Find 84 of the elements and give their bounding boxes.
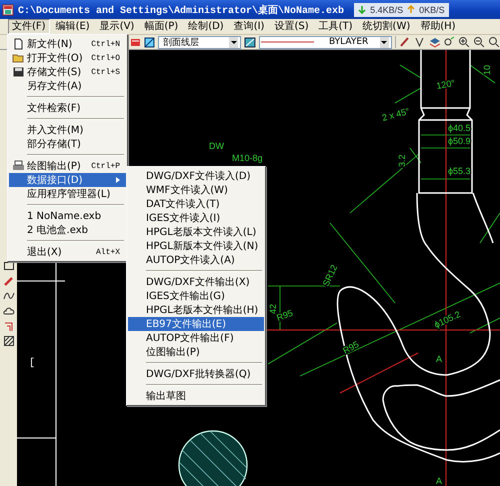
window-title: C:\Documents and Settings\Administrator\桌面\NoName.exb — [18, 4, 344, 16]
dimension-label: 2 x 45° — [380, 106, 411, 123]
cursor-mark: [ — [29, 358, 36, 369]
menu-item[interactable]: DWG/DXF文件输出(X) — [128, 275, 264, 289]
upload-speed: 0KB/S — [419, 4, 445, 14]
dimension-label: SR12 — [320, 263, 340, 288]
menu-title[interactable]: 显示(V) — [96, 19, 138, 34]
rectangle-icon[interactable] — [2, 260, 14, 272]
menu-item[interactable]: 文件检索(F) — [9, 101, 126, 115]
dimension-label: R95 — [341, 339, 361, 356]
menu-item[interactable]: 绘图输出(P) Ctrl+P — [9, 159, 126, 173]
curve-icon[interactable] — [2, 290, 14, 302]
app-icon — [2, 4, 14, 16]
menu-item[interactable]: 新文件(N) Ctrl+N — [9, 37, 126, 51]
menu-item[interactable]: DWG/DXF文件读入(D) — [128, 169, 264, 183]
dimension-label: DW — [209, 141, 224, 151]
zoom-out-icon[interactable] — [473, 36, 486, 48]
menu-title[interactable]: 编辑(E) — [52, 19, 94, 34]
menu-item[interactable]: 并入文件(M) — [9, 123, 126, 137]
menu-item[interactable]: AUTOP文件输出(F) — [128, 331, 264, 345]
dimension-label: 3.2 — [397, 154, 407, 167]
dimension-label: 120° — [436, 78, 456, 91]
menu-item[interactable]: DAT文件读入(T) — [128, 197, 264, 211]
menu-item[interactable]: 输出草图 — [128, 389, 264, 403]
dimension-label: ϕ40.5 — [448, 123, 471, 133]
dimension-label: ϕ55.3 — [448, 166, 471, 176]
layer-dropdown[interactable]: 剖面线层 — [158, 36, 242, 48]
menu-item[interactable]: IGES文件输出(G) — [128, 289, 264, 303]
menu-item[interactable]: 位图输出(P) — [128, 345, 264, 359]
menu-item[interactable]: 数据接口(D) — [9, 173, 126, 187]
menu-item[interactable]: IGES文件读入(I) — [128, 211, 264, 225]
printer-icon — [12, 160, 24, 172]
dimension-label: M10-8g — [232, 153, 263, 163]
new-file-icon — [12, 38, 24, 50]
menu-item[interactable]: 退出(X) Alt+X — [9, 245, 126, 259]
menu-title[interactable]: 统切割(W) — [358, 19, 414, 34]
download-speed: 5.4KB/S — [370, 4, 404, 14]
upload-arrow-icon — [407, 5, 416, 14]
menu-item[interactable]: 部分存储(T) — [9, 137, 126, 151]
menu-title[interactable]: 查询(I) — [230, 19, 268, 34]
menu-item[interactable]: 1 NoName.exb — [9, 209, 126, 223]
dimension-label: A — [436, 354, 442, 364]
menu-item[interactable]: HPGL老版本文件读入(L) — [128, 225, 264, 239]
zoom-window-icon[interactable] — [488, 36, 500, 48]
menu-item[interactable]: DWG/DXF批转换器(Q) — [128, 367, 264, 381]
pencil-icon[interactable] — [2, 275, 14, 287]
layers-icon[interactable] — [428, 36, 440, 48]
dimension-label: R95 — [275, 308, 294, 323]
linetype-dropdown[interactable]: BYLAYER — [258, 36, 392, 48]
menu-title[interactable]: 帮助(H) — [416, 19, 460, 34]
dimension-label: A — [436, 476, 442, 486]
menu-item[interactable]: AUTOP文件读入(A) — [128, 253, 264, 267]
folder-icon — [12, 52, 24, 64]
dimension-label: 10 — [482, 64, 492, 75]
menu-item[interactable]: 存储文件(S) Ctrl+S — [9, 65, 126, 79]
cloud-icon[interactable] — [2, 305, 14, 317]
menu-item[interactable]: WMF文件读入(W) — [128, 183, 264, 197]
linetype-name: BYLAYER — [328, 37, 368, 47]
menu-item[interactable]: 应用程序管理器(L) — [9, 187, 126, 201]
menu-title[interactable]: 工具(T) — [314, 19, 357, 34]
download-arrow-icon — [358, 5, 366, 14]
hatch-icon[interactable] — [144, 36, 155, 48]
menu-item[interactable]: 打开文件(O) Ctrl+O — [9, 51, 126, 65]
bracket-icon[interactable] — [2, 320, 14, 332]
layer-name: 剖面线层 — [162, 36, 199, 48]
dimension-label: ϕ50.9 — [448, 136, 471, 146]
menu-item[interactable]: EB97文件输出(E) — [128, 317, 264, 331]
menu-title[interactable]: 绘制(D) — [184, 19, 228, 34]
zoom-in-icon[interactable] — [458, 36, 470, 48]
menu-item[interactable]: HPGL新版本文件读入(N) — [128, 239, 264, 253]
submenu-arrow-icon — [116, 177, 120, 183]
v-mark-icon[interactable] — [414, 36, 426, 48]
color-icon[interactable] — [244, 36, 256, 48]
menu-title[interactable]: 文件(F) — [8, 19, 50, 34]
hatched-circle — [178, 430, 248, 486]
menu-title[interactable]: 幅面(P) — [140, 19, 182, 34]
menu-title[interactable]: 设置(S) — [270, 19, 313, 34]
menu-item[interactable]: HPGL老版本文件输出(H) — [128, 303, 264, 317]
dimension-label: 42 — [268, 304, 278, 314]
menu-item[interactable]: 另存文件(A) — [9, 79, 126, 93]
pencil-icon[interactable] — [398, 36, 411, 48]
hatch-icon[interactable] — [2, 335, 14, 347]
menu-item[interactable]: 2 电池盒.exb — [9, 223, 126, 237]
line-sample-icon — [260, 39, 316, 45]
